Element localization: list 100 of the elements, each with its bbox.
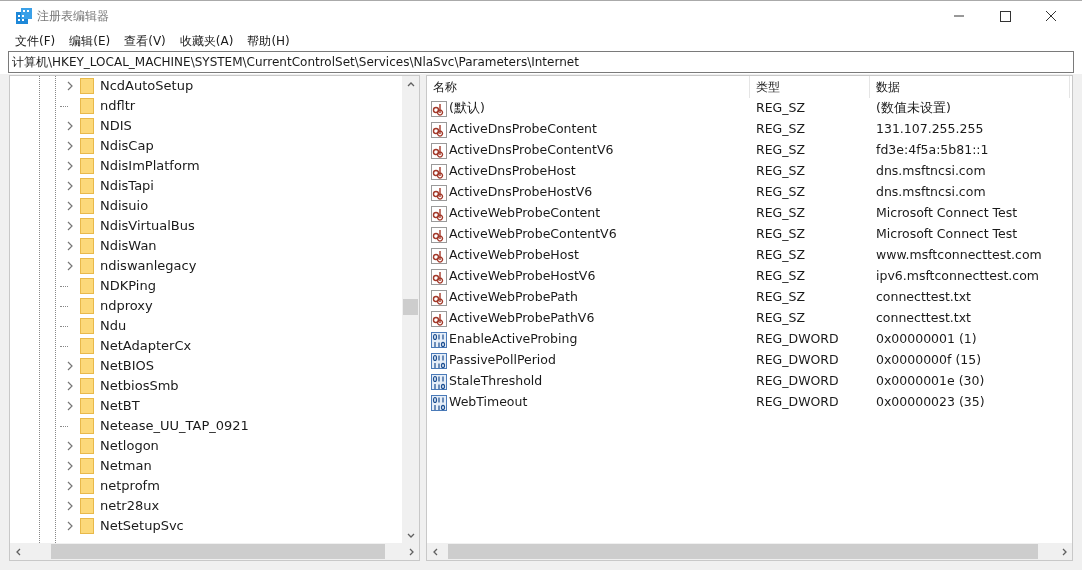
tree-item[interactable]: NdisTapi	[100, 176, 154, 196]
value-name[interactable]: ActiveDnsProbeContent	[449, 120, 597, 139]
tree-item[interactable]: NetAdapterCx	[100, 336, 192, 356]
expand-chevron[interactable]	[66, 181, 74, 191]
scrollbar-thumb[interactable]	[448, 544, 1038, 559]
string-value-icon	[431, 121, 447, 138]
tree-item[interactable]: ndproxy	[100, 296, 153, 316]
menu-item[interactable]: 收藏夹(A)	[172, 32, 241, 50]
tree-item[interactable]: Netman	[100, 456, 152, 476]
tree-item[interactable]: NDKPing	[100, 276, 156, 296]
value-name[interactable]: ActiveDnsProbeHostV6	[449, 183, 593, 202]
tree-item[interactable]: NetSetupSvc	[100, 516, 184, 536]
tree-item[interactable]: Ndisuio	[100, 196, 149, 216]
tree-item[interactable]: NetBT	[100, 396, 140, 416]
scrollbar-thumb[interactable]	[51, 544, 385, 559]
value-name[interactable]: ActiveDnsProbeContentV6	[449, 141, 614, 160]
folder-icon	[80, 118, 94, 134]
value-name[interactable]: ActiveDnsProbeHost	[449, 162, 576, 181]
address-bar[interactable]: 计算机\HKEY_LOCAL_MACHINE\SYSTEM\CurrentControlSet\Services\NlaSvc\Parameters\Internet	[8, 51, 1074, 73]
tree-item[interactable]: NdisImPlatform	[100, 156, 200, 176]
tree-item[interactable]: netprofm	[100, 476, 160, 496]
string-value-icon	[431, 247, 447, 264]
value-name[interactable]: PassivePollPeriod	[449, 351, 556, 370]
tree-item[interactable]: NDIS	[100, 116, 132, 136]
expand-chevron[interactable]	[66, 121, 74, 131]
folder-icon	[80, 238, 94, 254]
tree-item[interactable]: NcdAutoSetup	[100, 76, 194, 96]
folder-icon	[80, 218, 94, 234]
folder-icon	[80, 298, 94, 314]
table-cell: REG_SZ	[756, 226, 806, 242]
tree-item[interactable]: Ndu	[100, 316, 127, 336]
value-name[interactable]: ActiveWebProbePath	[449, 288, 578, 307]
menu-item[interactable]: 查看(V)	[117, 32, 173, 50]
folder-icon	[80, 318, 94, 334]
table-cell: REG_DWORD	[756, 331, 839, 347]
tree-item[interactable]: NetBIOS	[100, 356, 155, 376]
value-name[interactable]: ActiveWebProbeContent	[449, 204, 601, 223]
tree-item[interactable]: netr28ux	[100, 496, 160, 516]
expand-chevron[interactable]	[66, 261, 74, 271]
expand-chevron[interactable]	[66, 161, 74, 171]
value-name[interactable]: ActiveWebProbeHostV6	[449, 267, 596, 286]
value-name[interactable]: ActiveWebProbeHost	[449, 246, 579, 265]
table-cell: dns.msftncsi.com	[876, 184, 986, 200]
tree-item[interactable]: NetbiosSmb	[100, 376, 179, 396]
value-name[interactable]: ActiveWebProbeContentV6	[449, 225, 617, 244]
tree-item[interactable]: NdisVirtualBus	[100, 216, 195, 236]
expand-chevron[interactable]	[66, 441, 74, 451]
column-header[interactable]: 数据	[876, 78, 900, 96]
column-header[interactable]: 名称	[433, 78, 457, 96]
value-name[interactable]: StaleThreshold	[449, 372, 543, 391]
table-cell: connecttest.txt	[876, 289, 971, 305]
expand-chevron[interactable]	[66, 481, 74, 491]
value-name[interactable]: EnableActiveProbing	[449, 330, 578, 349]
column-header[interactable]: 类型	[756, 78, 780, 96]
expand-chevron[interactable]	[66, 201, 74, 211]
menu-item[interactable]: 编辑(E)	[62, 32, 118, 50]
expand-chevron[interactable]	[66, 81, 74, 91]
string-value-icon	[431, 268, 447, 285]
table-cell: Microsoft Connect Test	[876, 226, 1018, 242]
table-cell: (数值未设置)	[876, 100, 951, 116]
string-value-icon	[431, 163, 447, 180]
folder-icon	[80, 458, 94, 474]
expand-chevron[interactable]	[66, 221, 74, 231]
scrollbar-thumb[interactable]	[403, 299, 418, 315]
expand-chevron[interactable]	[66, 381, 74, 391]
tree-item[interactable]: ndfltr	[100, 96, 136, 116]
tree-item[interactable]: Netease_UU_TAP_0921	[100, 416, 249, 436]
string-value-icon	[431, 310, 447, 327]
expand-chevron[interactable]	[66, 241, 74, 251]
binary-value-icon	[431, 394, 447, 411]
table-cell: 0x00000023 (35)	[876, 394, 985, 410]
menu-item[interactable]: 帮助(H)	[240, 32, 297, 50]
tree-item[interactable]: NdisWan	[100, 236, 157, 256]
tree-item[interactable]: Netlogon	[100, 436, 159, 456]
folder-icon	[80, 478, 94, 494]
string-value-icon	[431, 205, 447, 222]
registry-icon	[16, 8, 32, 24]
table-cell: 0x0000000f (15)	[876, 352, 982, 368]
binary-value-icon	[431, 373, 447, 390]
value-name[interactable]: (默认)	[449, 99, 485, 118]
folder-icon	[80, 438, 94, 454]
menu-item[interactable]: 文件(F)	[8, 32, 63, 50]
tree-item[interactable]: NdisCap	[100, 136, 154, 156]
folder-icon	[80, 258, 94, 274]
expand-chevron[interactable]	[66, 461, 74, 471]
folder-icon	[80, 98, 94, 114]
window-title: 注册表编辑器	[37, 8, 109, 25]
tree-item[interactable]: ndiswanlegacy	[100, 256, 197, 276]
table-cell: REG_DWORD	[756, 373, 839, 389]
table-cell: www.msftconnecttest.com	[876, 247, 1042, 263]
folder-icon	[80, 398, 94, 414]
expand-chevron[interactable]	[66, 501, 74, 511]
table-cell: connecttest.txt	[876, 310, 971, 326]
expand-chevron[interactable]	[66, 361, 74, 371]
value-name[interactable]: ActiveWebProbePathV6	[449, 309, 595, 328]
value-name[interactable]: WebTimeout	[449, 393, 528, 412]
binary-value-icon	[431, 331, 447, 348]
expand-chevron[interactable]	[66, 521, 74, 531]
expand-chevron[interactable]	[66, 401, 74, 411]
expand-chevron[interactable]	[66, 141, 74, 151]
